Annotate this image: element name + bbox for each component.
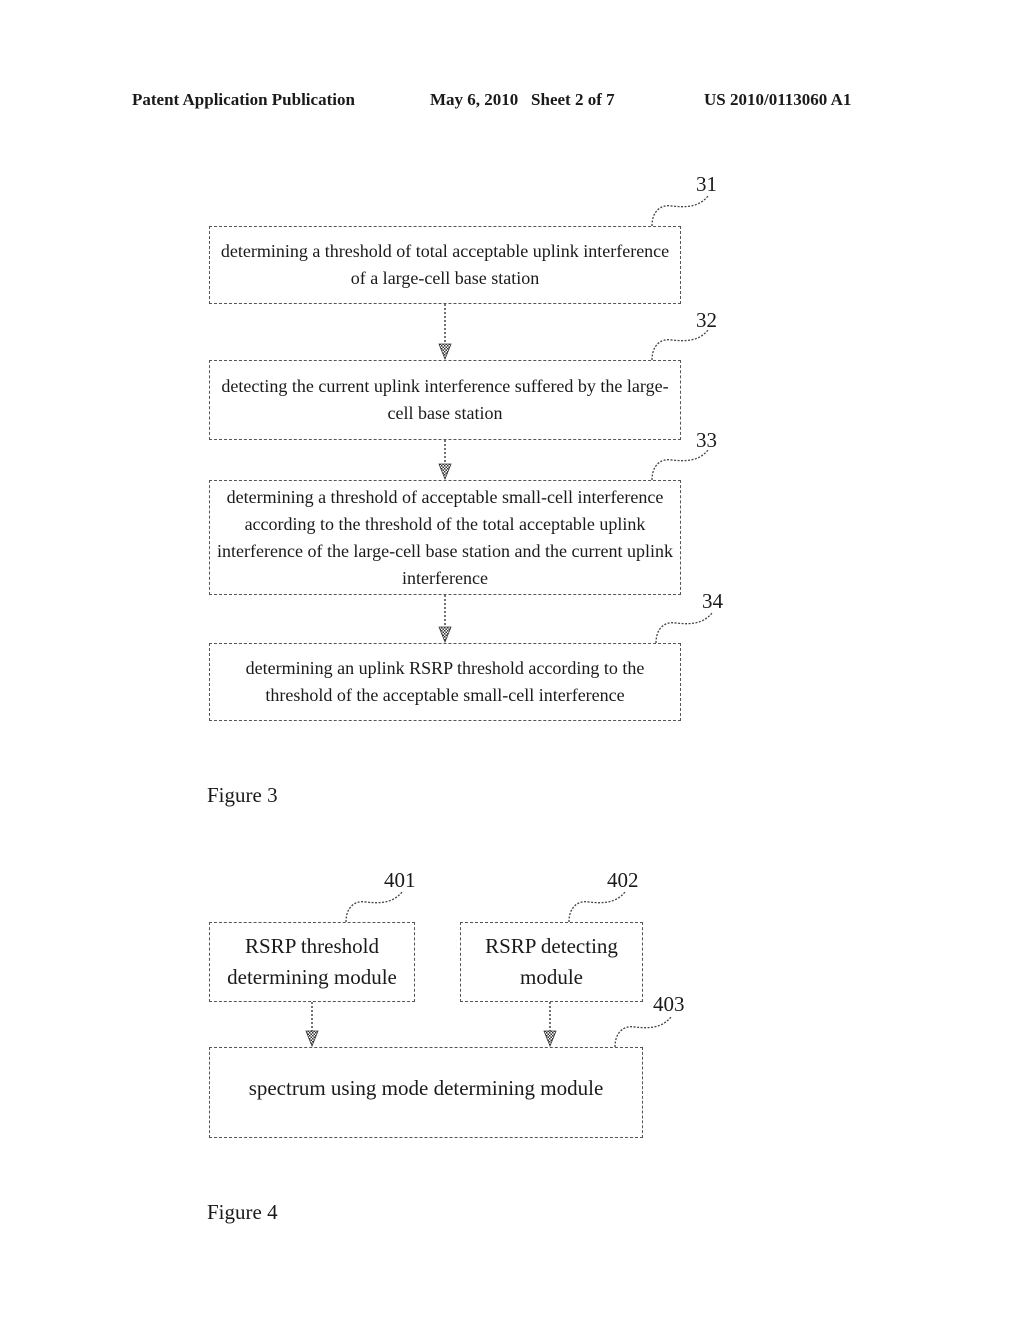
arrowhead-401-403	[305, 1030, 319, 1048]
leader-33	[651, 449, 709, 481]
arrowhead-31-32	[438, 343, 452, 361]
leader-403	[614, 1016, 672, 1048]
leader-34	[655, 612, 713, 644]
connectors	[305, 195, 713, 1048]
arrowhead-402-403	[543, 1030, 557, 1048]
leader-31	[651, 195, 709, 227]
leader-401	[345, 891, 403, 923]
leader-402	[568, 891, 626, 923]
arrowhead-33-34	[438, 626, 452, 644]
leader-32	[651, 329, 709, 361]
arrowhead-32-33	[438, 463, 452, 481]
